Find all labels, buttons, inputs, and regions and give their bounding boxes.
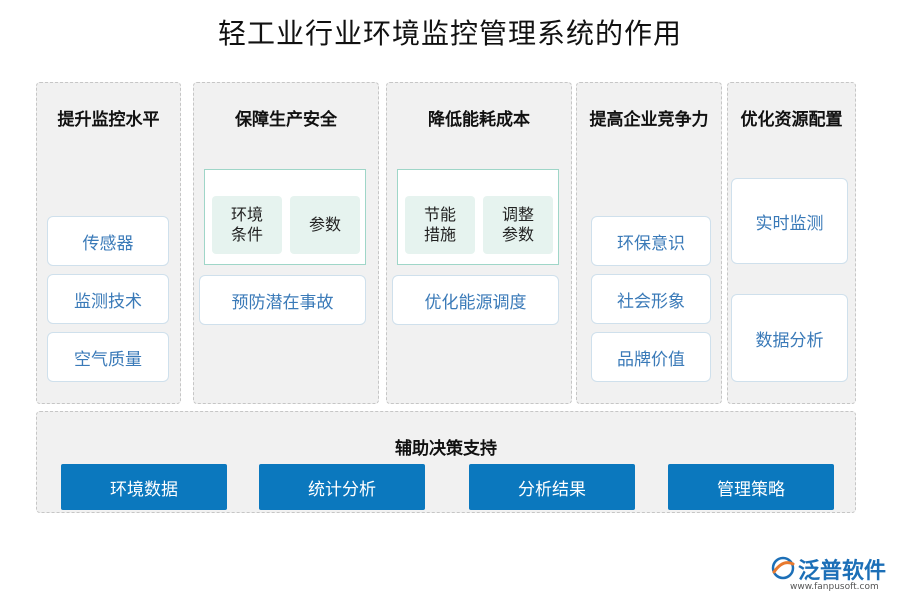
panel-decision-support: 辅助决策支持 环境数据 统计分析 分析结果 管理策略 [36, 411, 856, 513]
item-statistical-analysis: 统计分析 [259, 464, 425, 510]
page-title: 轻工业行业环境监控管理系统的作用 [217, 17, 682, 50]
logo-name: 泛普软件 [798, 559, 887, 584]
panel-production-safety: 保障生产安全 环境 条件 参数 预防潜在事故 [193, 82, 379, 404]
group-item-adjust-params: 调整 参数 [483, 196, 553, 254]
panel-monitoring-level: 提升监控水平 传感器 监测技术 空气质量 [36, 82, 181, 404]
panel-competitiveness: 提高企业竞争力 环保意识 社会形象 品牌价值 [576, 82, 722, 404]
panel-reduce-energy-cost: 降低能耗成本 节能 措施 调整 参数 优化能源调度 [386, 82, 572, 404]
item-energy-scheduling: 优化能源调度 [392, 275, 559, 325]
group-item-params: 参数 [290, 196, 360, 254]
panel-title: 提高企业竞争力 [589, 110, 709, 130]
panel-resource-allocation: 优化资源配置 实时监测 数据分析 [727, 82, 856, 404]
group-item-energy-saving: 节能 措施 [405, 196, 475, 254]
item-brand-value: 品牌价值 [591, 332, 711, 382]
logo-mark-icon [771, 556, 795, 580]
item-eco-awareness: 环保意识 [591, 216, 711, 266]
group-measures: 节能 措施 调整 参数 [397, 169, 559, 265]
panel-title: 降低能耗成本 [428, 110, 530, 130]
panel-title: 提升监控水平 [57, 110, 160, 130]
item-air-quality: 空气质量 [47, 332, 169, 382]
item-monitoring-tech: 监测技术 [47, 274, 169, 324]
item-analysis-results: 分析结果 [469, 464, 635, 510]
item-prevent-accidents: 预防潜在事故 [199, 275, 366, 325]
item-data-analysis: 数据分析 [731, 294, 848, 382]
logo-url: www.fanpusoft.com [790, 582, 879, 592]
panel-title: 保障生产安全 [235, 110, 337, 130]
group-item-env-conditions: 环境 条件 [212, 196, 282, 254]
item-realtime-monitoring: 实时监测 [731, 178, 848, 264]
panel-title: 辅助决策支持 [395, 439, 497, 459]
group-conditions: 环境 条件 参数 [204, 169, 366, 265]
panel-title: 优化资源配置 [740, 110, 843, 130]
item-sensor: 传感器 [47, 216, 169, 266]
item-env-data: 环境数据 [61, 464, 227, 510]
brand-logo: 泛普软件 www.fanpusoft.com [770, 553, 895, 595]
item-social-image: 社会形象 [591, 274, 711, 324]
item-management-strategy: 管理策略 [668, 464, 834, 510]
